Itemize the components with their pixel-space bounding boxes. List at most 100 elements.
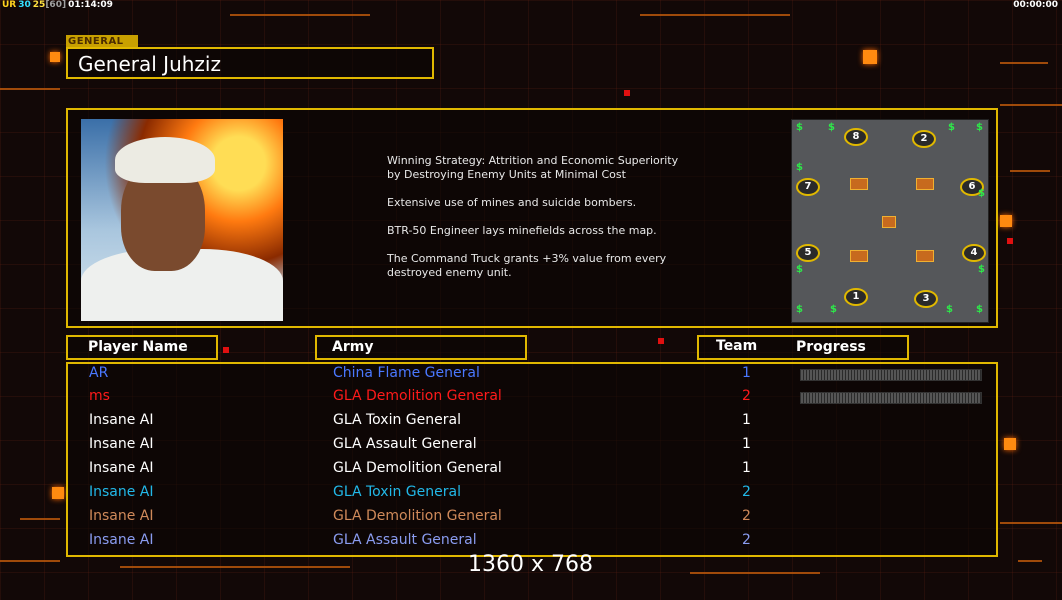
general-name-box: General Juhziz (66, 47, 434, 79)
dollar-icon: $ (978, 188, 985, 199)
player-row[interactable]: Insane AI GLA Toxin General 1 (68, 412, 998, 436)
player-team: 1 (742, 365, 751, 381)
player-name-header[interactable]: Player Name (66, 335, 218, 360)
hud-line (1018, 560, 1042, 562)
player-army: GLA Toxin General (333, 484, 461, 500)
oil-derrick-icon (882, 216, 896, 228)
player-name: Insane AI (89, 508, 154, 524)
progress-bar (800, 369, 982, 381)
hud-line (1010, 170, 1050, 172)
player-army: GLA Demolition General (333, 388, 502, 404)
dollar-icon: $ (796, 264, 803, 275)
army-header-label: Army (332, 339, 374, 355)
player-team: 1 (742, 412, 751, 428)
dollar-icon: $ (830, 304, 837, 315)
team-header-label: Team (716, 338, 758, 354)
hud-line (0, 560, 60, 562)
general-info-panel: Winning Strategy: Attrition and Economic… (66, 108, 998, 328)
player-name: Insane AI (89, 460, 154, 476)
player-team: 2 (742, 508, 751, 524)
player-army: GLA Assault General (333, 532, 477, 548)
player-row[interactable]: Insane AI GLA Toxin General 2 (68, 484, 998, 508)
player-name: Insane AI (89, 532, 154, 548)
team-progress-header[interactable]: Team Progress (697, 335, 909, 360)
army-header[interactable]: Army (315, 335, 527, 360)
status-item: [60] (45, 0, 67, 10)
player-name: AR (89, 365, 109, 381)
hud-light (50, 52, 60, 62)
player-name-header-label: Player Name (88, 339, 188, 355)
hud-light-red (624, 90, 630, 96)
minimap: 8 2 7 6 5 4 1 3 $ $ $ $ $ $ $ $ $ $ $ $ (791, 119, 989, 323)
player-row[interactable]: AR China Flame General 1 (68, 365, 998, 389)
hud-line (0, 88, 60, 90)
progress-bar (800, 392, 982, 404)
player-team: 1 (742, 460, 751, 476)
player-team: 1 (742, 436, 751, 452)
description-line: Extensive use of mines and suicide bombe… (387, 196, 637, 209)
oil-derrick-icon (850, 178, 868, 190)
dollar-icon: $ (946, 304, 953, 315)
player-name: Insane AI (89, 412, 154, 428)
start-position-marker[interactable]: 8 (844, 128, 868, 146)
player-list: AR China Flame General 1 ms GLA Demoliti… (66, 362, 998, 557)
player-team: 2 (742, 388, 751, 404)
hud-line (230, 14, 370, 16)
dollar-icon: $ (978, 264, 985, 275)
hud-light-red (223, 347, 229, 353)
hud-line (640, 14, 790, 16)
general-portrait (81, 119, 283, 321)
hud-light-red (658, 338, 664, 344)
hud-line (1000, 104, 1062, 106)
dollar-icon: $ (796, 304, 803, 315)
player-row[interactable]: Insane AI GLA Demolition General 2 (68, 508, 998, 532)
start-position-marker[interactable]: 4 (962, 244, 986, 262)
hud-line (20, 518, 60, 520)
description-line: The Command Truck grants +3% value from … (387, 252, 667, 279)
player-army: GLA Demolition General (333, 508, 502, 524)
player-row[interactable]: Insane AI GLA Demolition General 1 (68, 460, 998, 484)
dollar-icon: $ (976, 122, 983, 133)
description-line: BTR-50 Engineer lays minefields across t… (387, 224, 657, 237)
player-team: 2 (742, 484, 751, 500)
status-item: 25 (32, 0, 46, 10)
description-line: Winning Strategy: Attrition and Economic… (387, 154, 679, 181)
start-position-marker[interactable]: 2 (912, 130, 936, 148)
hud-line (1000, 62, 1048, 64)
hud-line (690, 572, 820, 574)
game-timer: 01:14:09 (68, 0, 113, 10)
clock-right: 00:00:00 (1013, 0, 1058, 10)
dollar-icon: $ (796, 122, 803, 133)
player-army: China Flame General (333, 365, 480, 381)
oil-derrick-icon (916, 178, 934, 190)
resolution-label: 1360 x 768 (468, 552, 593, 577)
status-item: 30 (18, 0, 31, 10)
hud-light-red (1007, 238, 1013, 244)
player-army: GLA Demolition General (333, 460, 502, 476)
player-army: GLA Assault General (333, 436, 477, 452)
player-army: GLA Toxin General (333, 412, 461, 428)
oil-derrick-icon (850, 250, 868, 262)
oil-derrick-icon (916, 250, 934, 262)
hud-light (863, 50, 877, 64)
player-team: 2 (742, 532, 751, 548)
progress-header-label: Progress (796, 339, 866, 355)
general-name: General Juhziz (78, 52, 221, 76)
start-position-marker[interactable]: 1 (844, 288, 868, 306)
player-row[interactable]: ms GLA Demolition General 2 (68, 388, 998, 412)
player-name: Insane AI (89, 436, 154, 452)
player-row[interactable]: Insane AI GLA Assault General 1 (68, 436, 998, 460)
player-name: ms (89, 388, 110, 404)
start-position-marker[interactable]: 3 (914, 290, 938, 308)
dollar-icon: $ (796, 162, 803, 173)
start-position-marker[interactable]: 7 (796, 178, 820, 196)
status-item: UR (2, 0, 17, 10)
hud-line (120, 566, 350, 568)
hud-line (1000, 522, 1062, 524)
start-position-marker[interactable]: 5 (796, 244, 820, 262)
dollar-icon: $ (976, 304, 983, 315)
dollar-icon: $ (828, 122, 835, 133)
hud-light (52, 487, 64, 499)
hud-light (1004, 438, 1016, 450)
portrait-headwrap (115, 137, 215, 183)
